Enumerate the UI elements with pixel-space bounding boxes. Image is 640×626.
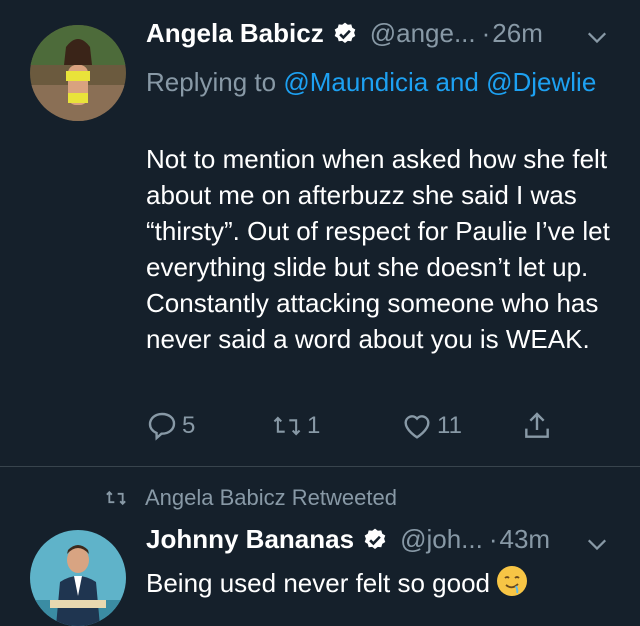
mention-djewlie[interactable]: @Djewlie [486, 67, 596, 97]
chevron-down-icon[interactable] [586, 533, 608, 555]
retweet-icon [273, 416, 301, 436]
tweet-header: Angela Babicz @ange... · 26m [146, 18, 543, 49]
author-name[interactable]: Angela Babicz [146, 18, 324, 49]
reply-count: 5 [182, 412, 196, 439]
retweeted-by: Angela Babicz Retweeted [103, 485, 397, 511]
mention-maundicia[interactable]: @Maundicia [283, 67, 428, 97]
drooling-face-emoji [497, 566, 528, 596]
separator-dot: · [488, 524, 498, 554]
share-button[interactable] [521, 410, 553, 442]
tweet-header: Johnny Bananas @joh... · 43m [146, 524, 550, 555]
retweeted-by-label[interactable]: Angela Babicz Retweeted [145, 485, 397, 511]
retweet-button[interactable]: 1 [271, 410, 320, 442]
separator-dot: · [481, 18, 491, 48]
timestamp[interactable]: 43m [500, 524, 551, 555]
tweet-actions: 5 1 11 [146, 410, 586, 450]
retweet-small-icon [106, 490, 126, 506]
share-icon [525, 412, 549, 438]
verified-badge-icon [364, 528, 386, 549]
reply-icon [148, 412, 176, 441]
verified-badge-icon [334, 22, 356, 43]
author-handle[interactable]: @ange... [370, 18, 476, 49]
heart-icon [404, 415, 430, 439]
avatar-johnny[interactable] [30, 530, 126, 626]
chevron-down-icon[interactable] [586, 26, 608, 48]
tweet-angela[interactable]: Angela Babicz @ange... · 26m Replying to… [0, 0, 640, 467]
tweet-text-wrapper: Being used never felt so good [146, 565, 626, 601]
avatar-angela[interactable] [30, 25, 126, 121]
tweet-johnny[interactable]: Angela Babicz Retweeted Johnny Bananas @… [0, 467, 640, 626]
reply-button[interactable]: 5 [146, 410, 195, 442]
like-count: 11 [437, 412, 462, 439]
author-name[interactable]: Johnny Bananas [146, 524, 354, 555]
like-button[interactable]: 11 [401, 410, 462, 442]
mention-conjunction: and [435, 67, 479, 97]
tweet-text: Not to mention when asked how she felt a… [146, 144, 610, 354]
timestamp[interactable]: 26m [492, 18, 543, 49]
author-handle[interactable]: @joh... [400, 524, 483, 555]
retweet-count: 1 [307, 412, 321, 439]
replying-to: Replying to @Maundicia and @Djewlie [146, 62, 616, 102]
replying-prefix: Replying to [146, 67, 277, 97]
tweet-text: Being used never felt so good [146, 568, 491, 598]
